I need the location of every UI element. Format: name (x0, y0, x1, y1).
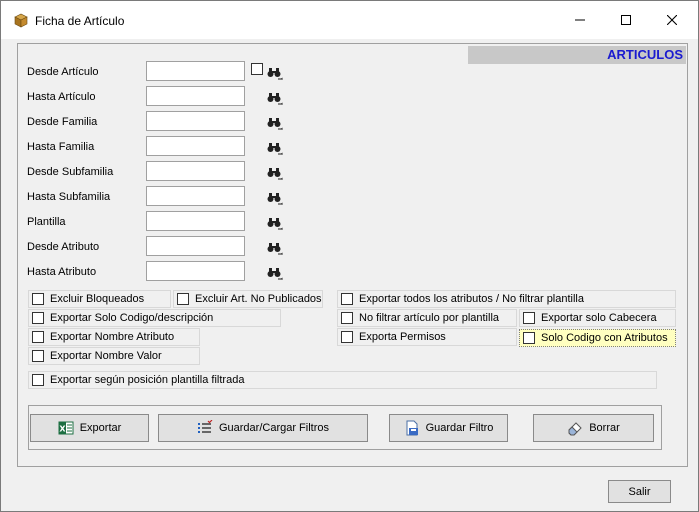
desde-articulo-checkbox[interactable] (251, 63, 263, 75)
package-icon (14, 13, 28, 28)
checkbox[interactable] (341, 293, 353, 305)
desde-articulo-input[interactable] (146, 61, 245, 81)
binoculars-icon[interactable] (267, 191, 283, 205)
minimize-button[interactable] (557, 1, 603, 39)
checkbox[interactable] (177, 293, 189, 305)
label-hasta-familia: Hasta Familia (27, 141, 95, 153)
list-check-icon (197, 420, 213, 433)
salir-button[interactable]: Salir (608, 480, 671, 503)
binoculars-icon[interactable] (267, 66, 283, 80)
guardar-filtro-button[interactable]: Guardar Filtro (389, 414, 508, 442)
checkbox[interactable] (32, 374, 44, 386)
window: Ficha de Artículo ARTICULOS Desde Artícu… (0, 0, 699, 512)
excel-icon: X (58, 421, 74, 435)
label-desde-subfamilia: Desde Subfamilia (27, 166, 114, 178)
eraser-icon (568, 422, 582, 436)
label-plantilla: Plantilla (27, 216, 66, 228)
desde-familia-input[interactable] (146, 111, 245, 131)
label-hasta-articulo: Hasta Artículo (27, 91, 96, 103)
option-exportar-posicion-plantilla[interactable]: Exportar según posición plantilla filtra… (28, 371, 657, 389)
binoculars-icon[interactable] (267, 266, 283, 280)
plantilla-input[interactable] (146, 211, 245, 231)
label-desde-familia: Desde Familia (27, 116, 98, 128)
option-exporta-permisos[interactable]: Exporta Permisos (337, 328, 517, 346)
option-exportar-solo-codigo[interactable]: Exportar Solo Codigo/descripción (28, 309, 281, 327)
hasta-subfamilia-input[interactable] (146, 186, 245, 206)
action-button-panel: X Exportar Guardar/Cargar Filtros Guarda… (28, 405, 662, 450)
binoculars-icon[interactable] (267, 116, 283, 130)
label-desde-articulo: Desde Artículo (27, 66, 99, 78)
checkbox[interactable] (32, 331, 44, 343)
svg-text:X: X (59, 425, 66, 434)
section-banner: ARTICULOS (468, 46, 686, 64)
option-solo-codigo-atributos[interactable]: Solo Codigo con Atributos (519, 329, 676, 347)
binoculars-icon[interactable] (267, 216, 283, 230)
option-exportar-solo-cabecera[interactable]: Exportar solo Cabecera (519, 309, 676, 327)
option-exportar-nombre-valor[interactable]: Exportar Nombre Valor (28, 347, 200, 365)
binoculars-icon[interactable] (267, 91, 283, 105)
desde-subfamilia-input[interactable] (146, 161, 245, 181)
hasta-articulo-input[interactable] (146, 86, 245, 106)
close-icon (667, 15, 677, 25)
hasta-familia-input[interactable] (146, 136, 245, 156)
checkbox[interactable] (32, 293, 44, 305)
checkbox[interactable] (341, 331, 353, 343)
desde-atributo-input[interactable] (146, 236, 245, 256)
checkbox[interactable] (523, 312, 535, 324)
label-hasta-atributo: Hasta Atributo (27, 266, 97, 278)
exportar-button[interactable]: X Exportar (30, 414, 149, 442)
binoculars-icon[interactable] (267, 141, 283, 155)
maximize-icon (621, 15, 631, 25)
main-panel: ARTICULOS Desde Artículo Hasta Artículo … (17, 43, 688, 467)
checkbox[interactable] (32, 312, 44, 324)
checkbox[interactable] (523, 332, 535, 344)
window-title: Ficha de Artículo (35, 14, 125, 28)
checkbox[interactable] (341, 312, 353, 324)
binoculars-icon[interactable] (267, 166, 283, 180)
option-excluir-no-publicados[interactable]: Excluir Art. No Publicados (173, 290, 323, 308)
binoculars-icon[interactable] (267, 241, 283, 255)
borrar-button[interactable]: Borrar (533, 414, 654, 442)
label-desde-atributo: Desde Atributo (27, 241, 100, 253)
label-hasta-subfamilia: Hasta Subfamilia (27, 191, 111, 203)
option-exportar-todos-atributos[interactable]: Exportar todos los atributos / No filtra… (337, 290, 676, 308)
minimize-icon (575, 19, 585, 21)
maximize-button[interactable] (603, 1, 649, 39)
title-bar: Ficha de Artículo (1, 1, 698, 39)
save-document-icon (406, 420, 418, 436)
option-no-filtrar-plantilla[interactable]: No filtrar artículo por plantilla (337, 309, 517, 327)
guardar-cargar-filtros-button[interactable]: Guardar/Cargar Filtros (158, 414, 368, 442)
hasta-atributo-input[interactable] (146, 261, 245, 281)
option-exportar-nombre-atributo[interactable]: Exportar Nombre Atributo (28, 328, 200, 346)
close-button[interactable] (649, 1, 695, 39)
checkbox[interactable] (32, 350, 44, 362)
option-excluir-bloqueados[interactable]: Excluir Bloqueados (28, 290, 171, 308)
